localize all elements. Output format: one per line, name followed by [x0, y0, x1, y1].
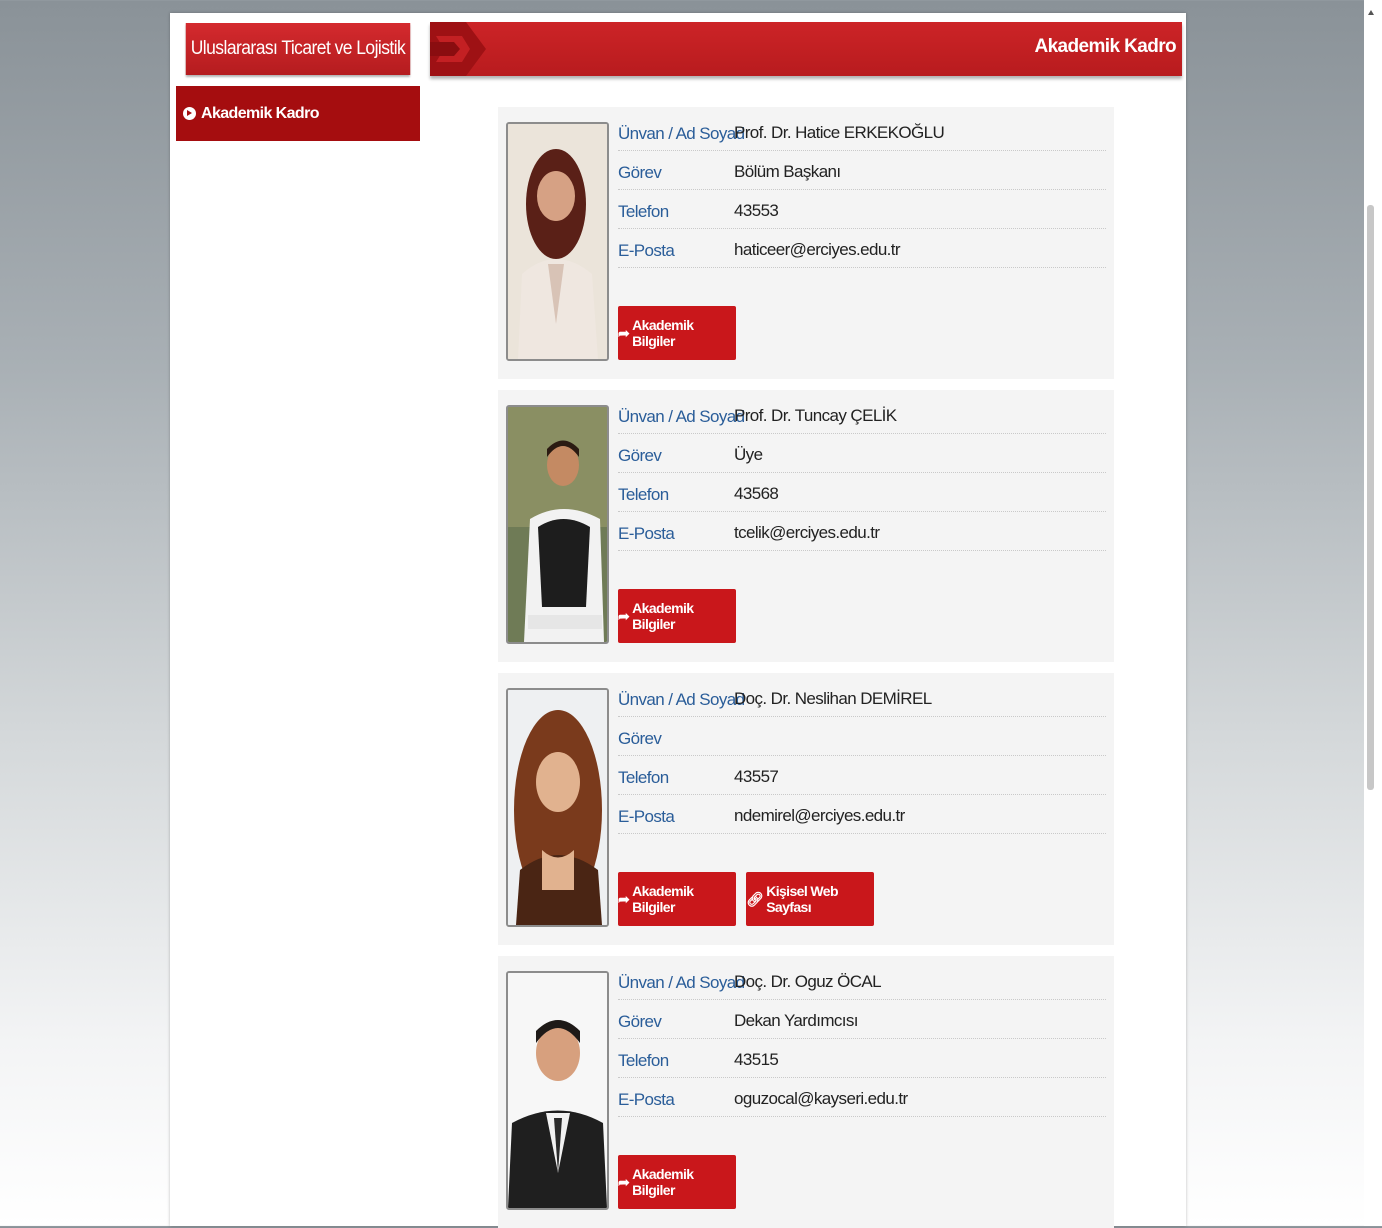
email-label: E-Posta: [618, 524, 675, 543]
name-label: Ünvan / Ad Soyad: [618, 973, 745, 992]
email-value: tcelik@erciyes.edu.tr: [734, 523, 880, 542]
sidebar-title: Uluslararası Ticaret ve Lojistik: [185, 23, 411, 75]
role-row: Görev: [618, 717, 1106, 756]
staff-card: Ünvan / Ad Soyad Prof. Dr. Tuncay ÇELİK …: [498, 390, 1114, 662]
academic-info-button[interactable]: ➦ Akademik Bilgiler: [618, 872, 736, 926]
role-label: Görev: [618, 729, 662, 748]
role-value: Bölüm Başkanı: [734, 162, 841, 181]
academic-info-button[interactable]: ➦ Akademik Bilgiler: [618, 589, 736, 643]
role-row: Görev Bölüm Başkanı: [618, 151, 1106, 190]
role-row: Görev Üye: [618, 434, 1106, 473]
name-row: Ünvan / Ad Soyad Doç. Dr. Oguz ÖCAL: [618, 961, 1106, 1000]
role-value: Üye: [734, 445, 763, 464]
email-row: E-Posta tcelik@erciyes.edu.tr: [618, 512, 1106, 551]
role-row: Görev Dekan Yardımcısı: [618, 1000, 1106, 1039]
phone-value: 43557: [734, 767, 779, 786]
phone-value: 43553: [734, 201, 779, 220]
staff-photo: [506, 405, 609, 644]
staff-photo: [506, 688, 609, 927]
phone-row: Telefon 43515: [618, 1039, 1106, 1078]
phone-value: 43568: [734, 484, 779, 503]
page-title: Akademik Kadro: [1034, 36, 1176, 57]
page-header: Akademik Kadro: [430, 22, 1182, 76]
scroll-up-icon[interactable]: [1368, 10, 1374, 15]
name-value: Prof. Dr. Tuncay ÇELİK: [734, 406, 897, 425]
role-label: Görev: [618, 1012, 662, 1031]
share-arrow-icon: ➦: [618, 890, 630, 907]
email-value: haticeer@erciyes.edu.tr: [734, 240, 901, 259]
personal-website-button[interactable]: 🔗︎ Kişisel Web Sayfası: [746, 872, 874, 926]
email-label: E-Posta: [618, 1090, 675, 1109]
circle-arrow-icon: [183, 107, 196, 120]
name-label: Ünvan / Ad Soyad: [618, 407, 745, 426]
role-value: Dekan Yardımcısı: [734, 1011, 859, 1030]
share-arrow-icon: ➦: [618, 324, 630, 341]
staff-card: Ünvan / Ad Soyad Prof. Dr. Hatice ERKEKO…: [498, 107, 1114, 379]
name-value: Prof. Dr. Hatice ERKEKOĞLU: [734, 123, 945, 142]
scrollbar-thumb[interactable]: [1367, 205, 1374, 790]
phone-label: Telefon: [618, 485, 669, 504]
name-value: Doç. Dr. Oguz ÖCAL: [734, 972, 882, 991]
name-label: Ünvan / Ad Soyad: [618, 124, 745, 143]
email-value: oguzocal@kayseri.edu.tr: [734, 1089, 908, 1108]
role-label: Görev: [618, 446, 662, 465]
share-arrow-icon: ➦: [618, 1173, 630, 1190]
share-arrow-icon: ➦: [618, 607, 630, 624]
sidebar-item-label: Akademik Kadro: [201, 105, 319, 122]
button-label: Akademik Bilgiler: [632, 883, 694, 915]
staff-card: Ünvan / Ad Soyad Doç. Dr. Oguz ÖCAL Göre…: [498, 956, 1114, 1228]
button-label: Akademik Bilgiler: [632, 600, 694, 632]
email-row: E-Posta haticeer@erciyes.edu.tr: [618, 229, 1106, 268]
phone-label: Telefon: [618, 1051, 669, 1070]
staff-photo: [506, 971, 609, 1210]
email-label: E-Posta: [618, 807, 675, 826]
name-value: Doç. Dr. Neslihan DEMİREL: [734, 689, 932, 708]
button-label: Akademik Bilgiler: [632, 1166, 694, 1198]
academic-info-button[interactable]: ➦ Akademik Bilgiler: [618, 306, 736, 360]
email-row: E-Posta ndemirel@erciyes.edu.tr: [618, 795, 1106, 834]
phone-row: Telefon 43568: [618, 473, 1106, 512]
phone-label: Telefon: [618, 202, 669, 221]
phone-label: Telefon: [618, 768, 669, 787]
email-label: E-Posta: [618, 241, 675, 260]
name-row: Ünvan / Ad Soyad Prof. Dr. Hatice ERKEKO…: [618, 112, 1106, 151]
role-label: Görev: [618, 163, 662, 182]
academic-info-button[interactable]: ➦ Akademik Bilgiler: [618, 1155, 736, 1209]
sidebar-item-akademik-kadro[interactable]: Akademik Kadro: [176, 86, 420, 141]
name-row: Ünvan / Ad Soyad Doç. Dr. Neslihan DEMİR…: [618, 678, 1106, 717]
link-icon: 🔗︎: [746, 890, 764, 907]
phone-row: Telefon 43553: [618, 190, 1106, 229]
name-label: Ünvan / Ad Soyad: [618, 690, 745, 709]
button-label: Kişisel Web Sayfası: [766, 883, 838, 915]
staff-photo: [506, 122, 609, 361]
button-label: Akademik Bilgiler: [632, 317, 694, 349]
email-value: ndemirel@erciyes.edu.tr: [734, 806, 905, 825]
phone-row: Telefon 43557: [618, 756, 1106, 795]
name-row: Ünvan / Ad Soyad Prof. Dr. Tuncay ÇELİK: [618, 395, 1106, 434]
staff-card: Ünvan / Ad Soyad Doç. Dr. Neslihan DEMİR…: [498, 673, 1114, 945]
phone-value: 43515: [734, 1050, 779, 1069]
header-arrow-icon: [430, 22, 486, 76]
email-row: E-Posta oguzocal@kayseri.edu.tr: [618, 1078, 1106, 1117]
